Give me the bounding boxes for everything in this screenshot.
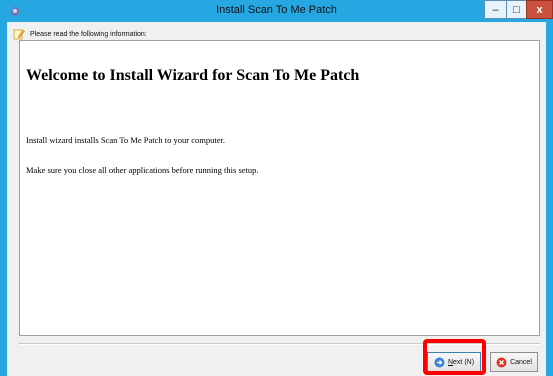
installer-window: Install Scan To Me Patch – □ x Please re… (0, 0, 553, 376)
next-button-label: Next (N) (447, 358, 475, 366)
next-button[interactable]: Next (N) (427, 352, 481, 372)
info-header: Please read the following information: (13, 27, 147, 41)
close-icon: x (536, 3, 543, 16)
maximize-icon: □ (513, 3, 520, 16)
close-button[interactable]: x (526, 0, 553, 19)
title-bar[interactable]: Install Scan To Me Patch – □ x (0, 0, 553, 22)
information-panel: Welcome to Install Wizard for Scan To Me… (19, 40, 540, 336)
window-title: Install Scan To Me Patch (216, 4, 337, 16)
close-apps-paragraph: Make sure you close all other applicatio… (26, 165, 259, 175)
minimize-icon: – (492, 3, 499, 16)
cancel-button-label: Cancel (510, 358, 532, 366)
info-header-text: Please read the following information: (30, 30, 147, 38)
maximize-button[interactable]: □ (506, 0, 527, 19)
window-client-area: Please read the following information: W… (7, 22, 546, 376)
description-paragraph: Install wizard installs Scan To Me Patch… (26, 135, 225, 145)
cancel-button[interactable]: Cancel (490, 352, 538, 372)
pencil-note-icon (13, 29, 25, 40)
cancel-x-icon (496, 357, 507, 367)
button-separator (19, 343, 540, 345)
next-arrow-icon (434, 357, 445, 367)
welcome-heading: Welcome to Install Wizard for Scan To Me… (26, 67, 360, 84)
minimize-button[interactable]: – (484, 0, 507, 19)
